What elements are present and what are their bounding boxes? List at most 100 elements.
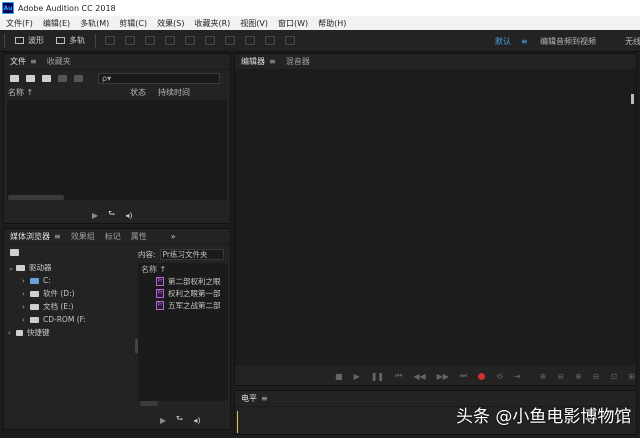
go-to-start-icon[interactable]: ⏮ [395, 371, 402, 381]
new-file-icon[interactable] [42, 74, 51, 82]
loop-icon[interactable]: ⮑ [108, 208, 115, 222]
workspace-edit-audio-to-video[interactable]: 编辑音频到视频 [540, 30, 596, 52]
editor-canvas[interactable] [235, 70, 636, 366]
tab-editor[interactable]: 编辑器 ≡ [241, 56, 276, 67]
razor-tool-icon[interactable] [165, 36, 175, 45]
open-file-icon[interactable] [10, 74, 19, 82]
more-tabs-icon[interactable]: » [171, 232, 176, 241]
tree-drive-d[interactable]: › 软件 (D:) [8, 287, 134, 300]
insert-into-multitrack-icon[interactable] [58, 74, 67, 82]
media-horizontal-scrollbar[interactable] [140, 401, 158, 406]
menu-window[interactable]: 窗口(W) [278, 18, 308, 29]
workspace-more[interactable]: 无线 [625, 30, 640, 52]
workspace-menu-icon[interactable]: ≡ [521, 30, 528, 52]
pitch-display-icon[interactable] [125, 36, 135, 45]
skip-selection-icon[interactable]: ⇥ [514, 372, 521, 381]
panel-menu-icon[interactable]: ≡ [30, 57, 37, 66]
loop-playback-icon[interactable]: ⟲ [496, 372, 503, 381]
tab-effects-rack[interactable]: 效果组 [71, 231, 95, 242]
workspace-default[interactable]: 默认 [495, 30, 511, 52]
chevron-right-icon[interactable]: › [8, 329, 16, 337]
tree-drive-c[interactable]: › C: [8, 274, 134, 287]
time-selection-tool-icon[interactable] [205, 36, 215, 45]
marquee-tool-icon[interactable] [225, 36, 235, 45]
splitter-handle[interactable] [135, 339, 138, 353]
fast-forward-icon[interactable]: ▶▶ [437, 372, 449, 381]
chevron-right-icon[interactable]: › [22, 316, 30, 324]
tree-drives[interactable]: ⌄ 驱动器 [8, 261, 134, 274]
chevron-right-icon[interactable]: › [22, 303, 30, 311]
files-toolbar: ρ▾ [4, 70, 230, 86]
spot-healing-tool-icon[interactable] [285, 36, 295, 45]
media-column-name[interactable]: 名称 ↑ [138, 263, 228, 275]
multitrack-button[interactable]: 多轨 [50, 33, 91, 49]
multitrack-icon [56, 37, 65, 44]
zoom-selection-icon[interactable]: ⊞ [628, 372, 635, 381]
tree-shortcuts[interactable]: › 快捷键 [8, 326, 134, 339]
menu-edit[interactable]: 编辑(E) [43, 18, 70, 29]
brush-tool-icon[interactable] [265, 36, 275, 45]
import-file-icon[interactable] [26, 74, 35, 82]
list-item[interactable]: Pr 第二部权利之眼 [138, 275, 228, 287]
rewind-icon[interactable]: ◀◀ [413, 372, 425, 381]
files-panel-tabs: 文件 ≡ 收藏夹 [4, 54, 230, 70]
go-to-end-icon[interactable]: ⏭ [460, 371, 467, 381]
menu-file[interactable]: 文件(F) [6, 18, 33, 29]
tab-media-browser[interactable]: 媒体浏览器 ≡ [10, 231, 61, 242]
menu-favorites[interactable]: 收藏夹(R) [194, 18, 230, 29]
play-icon[interactable]: ▶ [160, 416, 166, 425]
toolbar: 波形 多轨 默认 ≡ 编辑音频到视频 无线 [0, 30, 640, 52]
column-name[interactable]: 名称 ↑ [8, 87, 130, 98]
files-horizontal-scrollbar[interactable] [8, 195, 64, 200]
waveform-button[interactable]: 波形 [9, 33, 50, 49]
tree-drive-e[interactable]: › 文档 (E:) [8, 300, 134, 313]
zoom-out-time-icon[interactable]: ⊖ [593, 372, 600, 381]
slip-tool-icon[interactable] [185, 36, 195, 45]
record-icon[interactable] [478, 372, 486, 380]
list-item[interactable]: Pr 五军之战第二部 [138, 299, 228, 311]
menu-effects[interactable]: 效果(S) [157, 18, 184, 29]
column-status[interactable]: 状态 [130, 87, 158, 98]
volume-icon[interactable]: ◂) [193, 416, 200, 425]
play-icon[interactable]: ▶ [92, 211, 98, 220]
tab-mixer[interactable]: 混音器 [286, 56, 310, 67]
spectral-display-icon[interactable] [105, 36, 115, 45]
editor-panel-tabs: 编辑器 ≡ 混音器 [235, 54, 636, 70]
loop-icon[interactable]: ⮑ [176, 413, 183, 427]
chevron-down-icon[interactable]: ⌄ [8, 264, 16, 272]
files-list[interactable] [7, 100, 227, 200]
panel-menu-icon[interactable]: ≡ [261, 394, 268, 403]
panel-menu-icon[interactable]: ≡ [269, 57, 276, 66]
tab-favorites[interactable]: 收藏夹 [47, 56, 71, 67]
menu-help[interactable]: 帮助(H) [318, 18, 346, 29]
content-dropdown[interactable]: Pr练习文件夹 [159, 249, 224, 260]
zoom-out-amplitude-icon[interactable]: ⊖ [557, 372, 564, 381]
tree-drive-f[interactable]: › CD-ROM (F: [8, 313, 134, 326]
chevron-right-icon[interactable]: › [22, 277, 30, 285]
menu-multitrack[interactable]: 多轨(M) [80, 18, 109, 29]
pause-icon[interactable]: ❚❚ [371, 372, 384, 381]
files-search-input[interactable]: ρ▾ [98, 72, 220, 84]
move-tool-icon[interactable] [145, 36, 155, 45]
stop-icon[interactable]: ■ [335, 372, 343, 381]
tab-files[interactable]: 文件 ≡ [10, 56, 37, 67]
delete-file-icon[interactable] [74, 74, 83, 82]
go-to-folder-icon[interactable] [10, 249, 19, 256]
zoom-in-time-icon[interactable]: ⊕ [575, 372, 582, 381]
editor-scroll-thumb[interactable] [631, 94, 634, 104]
menu-clip[interactable]: 剪辑(C) [119, 18, 147, 29]
column-duration[interactable]: 持续时间 [158, 87, 190, 98]
media-tree: ⌄ 驱动器 › C: › 软件 (D:) › 文档 (E:) › CD-ROM … [8, 261, 134, 339]
zoom-in-amplitude-icon[interactable]: ⊕ [540, 372, 547, 381]
tab-markers[interactable]: 标记 [105, 231, 121, 242]
chevron-right-icon[interactable]: › [22, 290, 30, 298]
zoom-out-full-icon[interactable]: ⊡ [610, 372, 617, 381]
tab-properties[interactable]: 属性 [131, 231, 147, 242]
lasso-tool-icon[interactable] [245, 36, 255, 45]
panel-menu-icon[interactable]: ≡ [54, 232, 61, 241]
menu-view[interactable]: 视图(V) [240, 18, 268, 29]
volume-icon[interactable]: ◂) [125, 211, 132, 220]
tab-levels[interactable]: 电平 ≡ [241, 393, 268, 404]
list-item[interactable]: Pr 权利之眼第一部 [138, 287, 228, 299]
play-icon[interactable]: ▶ [354, 372, 360, 381]
